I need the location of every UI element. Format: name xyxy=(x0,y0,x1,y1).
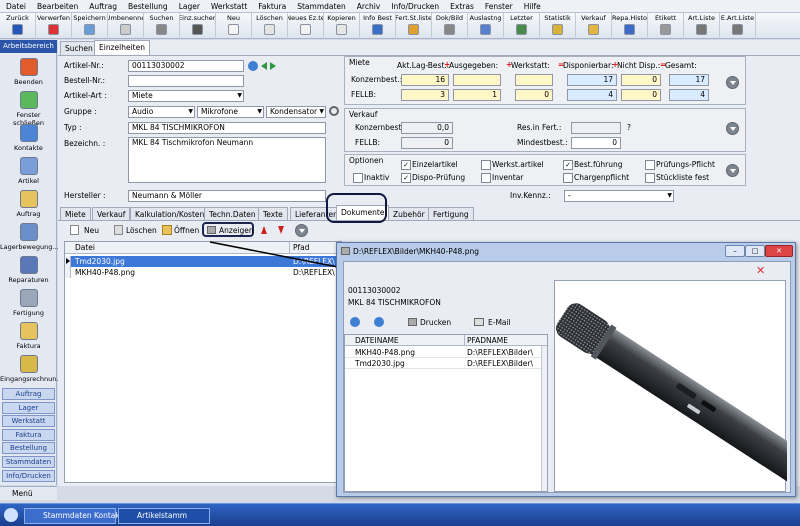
taskbar: Stammdaten Kontakte Artikelstamm xyxy=(0,503,800,526)
start-icon[interactable] xyxy=(4,508,18,522)
task-artikelstamm[interactable]: Artikelstamm xyxy=(118,508,210,524)
image-viewer-window: D:\REFLEX\Bilder\MKH40-P48.png – □ ✕ ✕ 0… xyxy=(336,242,800,497)
window-icon xyxy=(341,247,350,255)
list-item[interactable]: MKH40-P48.png D:\REFLEX\Bilder\ xyxy=(345,347,541,358)
prev-image-icon[interactable] xyxy=(350,317,360,327)
file-table: DATEINAME PFADNAME MKH40-P48.png D:\REFLE… xyxy=(344,334,548,492)
drucken-button[interactable]: Drucken xyxy=(420,318,451,327)
maximize-button[interactable]: □ xyxy=(745,245,765,257)
row-dateiname: Tmd2030.jpg xyxy=(355,359,405,368)
next-image-icon[interactable] xyxy=(374,317,384,327)
viewer-artnr: 00113030002 xyxy=(348,286,401,295)
viewer-client: ✕ 00113030002 MKL 84 TISCHMIKROFON Druck… xyxy=(343,261,800,493)
window-title: D:\REFLEX\Bilder\MKH40-P48.png xyxy=(353,247,479,256)
row-dateiname: MKH40-P48.png xyxy=(355,348,416,357)
email-button[interactable]: E-Mail xyxy=(488,318,511,327)
file-table-scrollbar[interactable] xyxy=(541,346,547,491)
col-separator xyxy=(464,335,465,346)
row-pfadname: D:\REFLEX\Bilder\ xyxy=(467,359,533,368)
file-table-header: DATEINAME PFADNAME xyxy=(345,335,547,346)
close-button[interactable]: ✕ xyxy=(765,245,793,257)
preview-image xyxy=(554,280,800,492)
close-x-icon[interactable]: ✕ xyxy=(756,264,765,277)
printer-icon xyxy=(408,318,417,326)
dokumente-highlight xyxy=(326,193,387,223)
col-dateiname: DATEINAME xyxy=(355,336,399,345)
email-icon xyxy=(474,318,484,326)
microphone-image xyxy=(556,303,800,482)
col-pfadname: PFADNAME xyxy=(467,336,509,345)
viewer-artname: MKL 84 TISCHMIKROFON xyxy=(348,298,441,307)
row-pfadname: D:\REFLEX\Bilder\ xyxy=(467,348,533,357)
list-item[interactable]: Tmd2030.jpg D:\REFLEX\Bilder\ xyxy=(345,358,541,369)
task-stammdaten-kontakte[interactable]: Stammdaten Kontakte xyxy=(24,508,127,524)
minimize-button[interactable]: – xyxy=(725,245,745,257)
